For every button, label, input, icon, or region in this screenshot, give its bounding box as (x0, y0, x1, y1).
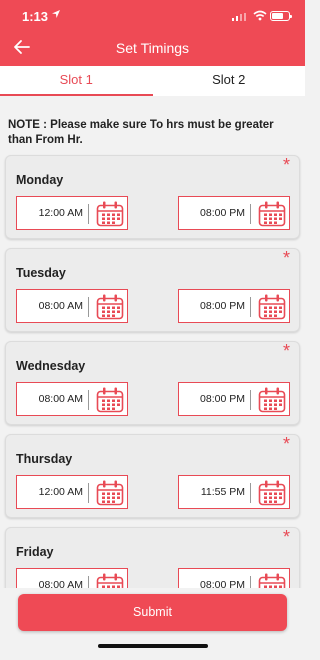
from-time-field[interactable]: 12:00 AM (16, 475, 128, 509)
status-bar: 1:13 (0, 0, 305, 34)
to-time-field[interactable]: 08:00 PM (178, 289, 290, 323)
app-header: 1:13 Set Timings (0, 0, 305, 66)
calendar-icon[interactable] (257, 386, 287, 414)
calendar-icon[interactable] (95, 386, 125, 414)
day-name: Tuesday (16, 266, 66, 280)
from-time-value: 12:00 AM (38, 486, 83, 498)
divider (88, 483, 89, 503)
from-time-value: 12:00 AM (38, 207, 83, 219)
from-time-field[interactable]: 08:00 AM (16, 289, 128, 323)
divider (250, 204, 251, 224)
bottom-bar: Submit (0, 588, 305, 660)
page-title: Set Timings (115, 40, 190, 56)
day-card-tuesday: * Tuesday 08:00 AM 08:00 PM (5, 248, 300, 332)
divider (88, 297, 89, 317)
signal-icon (232, 13, 248, 21)
required-mark: * (282, 341, 290, 361)
to-time-value: 08:00 PM (200, 300, 245, 312)
day-list: * Monday 12:00 AM 08:00 PM * Tuesday 08:… (5, 155, 300, 620)
calendar-icon[interactable] (257, 200, 287, 228)
calendar-icon[interactable] (257, 479, 287, 507)
to-time-field[interactable]: 11:55 PM (178, 475, 290, 509)
day-name: Friday (16, 545, 54, 559)
from-time-field[interactable]: 08:00 AM (16, 382, 128, 416)
from-time-value: 08:00 AM (38, 393, 83, 405)
calendar-icon[interactable] (95, 293, 125, 321)
home-indicator (98, 644, 208, 648)
required-mark: * (282, 434, 290, 454)
to-time-value: 08:00 PM (200, 393, 245, 405)
from-time-field[interactable]: 12:00 AM (16, 196, 128, 230)
location-arrow-icon (51, 9, 61, 22)
required-mark: * (282, 527, 290, 547)
day-card-monday: * Monday 12:00 AM 08:00 PM (5, 155, 300, 239)
status-time: 1:13 (22, 9, 49, 24)
note-text: NOTE : Please make sure To hrs must be g… (8, 119, 274, 146)
day-name: Monday (16, 173, 64, 187)
divider (250, 297, 251, 317)
to-time-value: 11:55 PM (200, 486, 245, 498)
to-time-field[interactable]: 08:00 PM (178, 196, 290, 230)
divider (88, 204, 89, 224)
day-card-wednesday: * Wednesday 08:00 AM 08:00 PM (5, 341, 300, 425)
battery-icon (270, 11, 292, 21)
submit-button[interactable]: Submit (18, 594, 287, 631)
tab-slot-1[interactable]: Slot 1 (0, 66, 153, 96)
day-name: Wednesday (16, 359, 86, 373)
divider (88, 390, 89, 410)
calendar-icon[interactable] (95, 200, 125, 228)
required-mark: * (282, 248, 290, 268)
calendar-icon[interactable] (95, 479, 125, 507)
divider (250, 483, 251, 503)
day-card-thursday: * Thursday 12:00 AM 11:55 PM (5, 434, 300, 518)
tab-slot-2[interactable]: Slot 2 (153, 66, 306, 96)
to-time-value: 08:00 PM (200, 207, 245, 219)
required-mark: * (282, 155, 290, 175)
from-time-value: 08:00 AM (38, 300, 83, 312)
day-name: Thursday (16, 452, 73, 466)
divider (250, 390, 251, 410)
calendar-icon[interactable] (257, 293, 287, 321)
slot-tabs: Slot 1 Slot 2 (0, 66, 305, 96)
to-time-field[interactable]: 08:00 PM (178, 382, 290, 416)
wifi-icon (253, 10, 267, 21)
